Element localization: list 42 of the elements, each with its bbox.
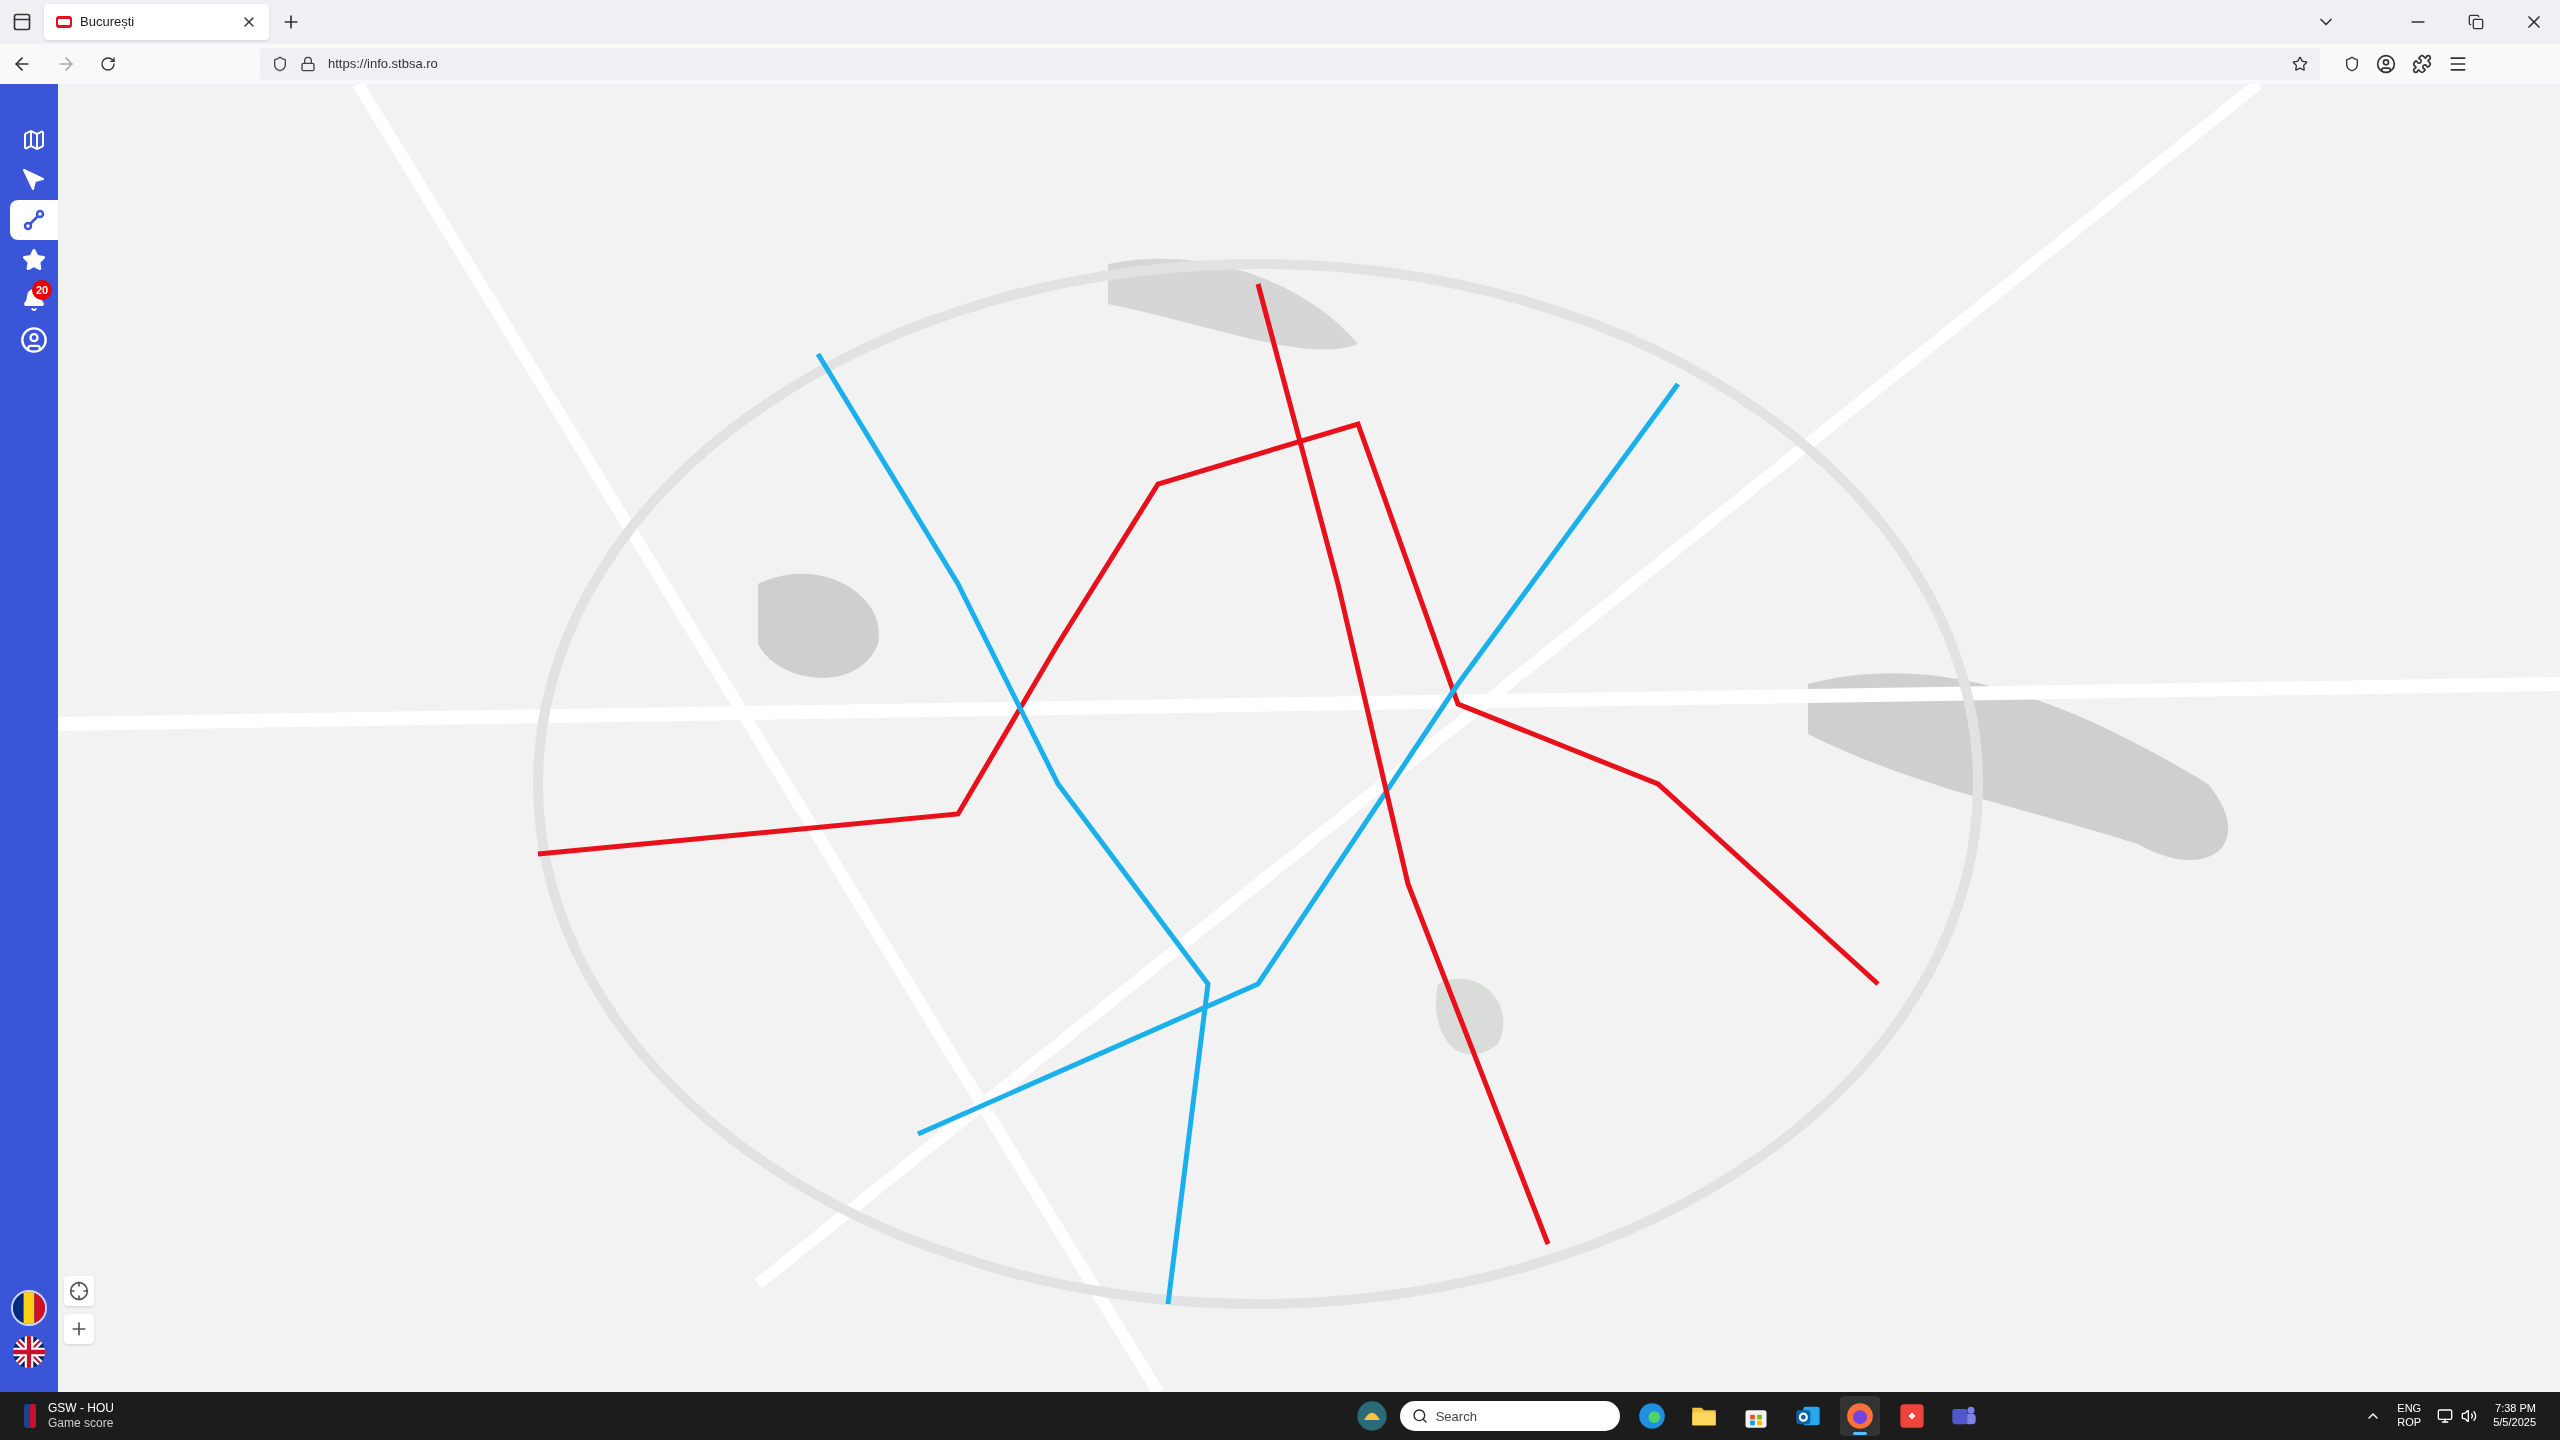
route-icon [22, 208, 46, 232]
uk-flag-icon [13, 1336, 45, 1368]
volume-icon[interactable] [2461, 1408, 2478, 1424]
language-option[interactable] [13, 1292, 45, 1324]
sidebar-item[interactable]: 20 [10, 280, 58, 320]
bookmark-star-icon[interactable] [2292, 56, 2308, 72]
locate-button[interactable] [64, 1276, 94, 1306]
shield-icon [272, 56, 288, 72]
site-logo-icon [56, 16, 72, 28]
zoom-in-button[interactable] [64, 1314, 94, 1344]
language-option[interactable] [13, 1336, 45, 1368]
sidebar-item[interactable] [10, 200, 58, 240]
input-language: ROP [2397, 1416, 2422, 1430]
crosshair-icon [69, 1281, 89, 1301]
search-field[interactable]: Search [1399, 1401, 1620, 1431]
map-icon [22, 128, 46, 152]
tab-overview-icon[interactable] [12, 12, 32, 32]
extensions-icon[interactable] [2412, 54, 2432, 74]
address-bar[interactable]: https://info.stbsa.ro [260, 48, 2320, 80]
taskbar-app[interactable] [1839, 1396, 1880, 1436]
search-icon [1411, 1408, 1428, 1424]
browser-tab[interactable]: București [44, 4, 269, 40]
url-text: https://info.stbsa.ro [328, 55, 439, 74]
clock-time: 7:38 PM [2495, 1402, 2536, 1416]
widget-subtitle: Game score [48, 1416, 114, 1431]
remote-desk-icon [1897, 1402, 1926, 1430]
lock-icon [300, 56, 316, 72]
account-icon[interactable] [2376, 54, 2396, 74]
active-indicator [1852, 1432, 1867, 1435]
tab-title: București [80, 13, 136, 32]
restore-icon[interactable] [2468, 14, 2484, 30]
input-language: ENG [2397, 1402, 2422, 1416]
widget-title: GSW - HOU [48, 1401, 114, 1416]
menu-icon[interactable] [2448, 54, 2468, 74]
navigation-arrow-icon [22, 168, 46, 192]
account-icon [20, 326, 48, 354]
clock-date: 5/5/2025 [2493, 1416, 2536, 1430]
star-icon [22, 248, 46, 272]
notification-badge: 20 [32, 280, 53, 300]
news-widget[interactable]: GSW - HOU Game score [24, 1401, 114, 1431]
reload-icon[interactable] [100, 56, 116, 72]
romania-flag-icon [13, 1292, 45, 1324]
